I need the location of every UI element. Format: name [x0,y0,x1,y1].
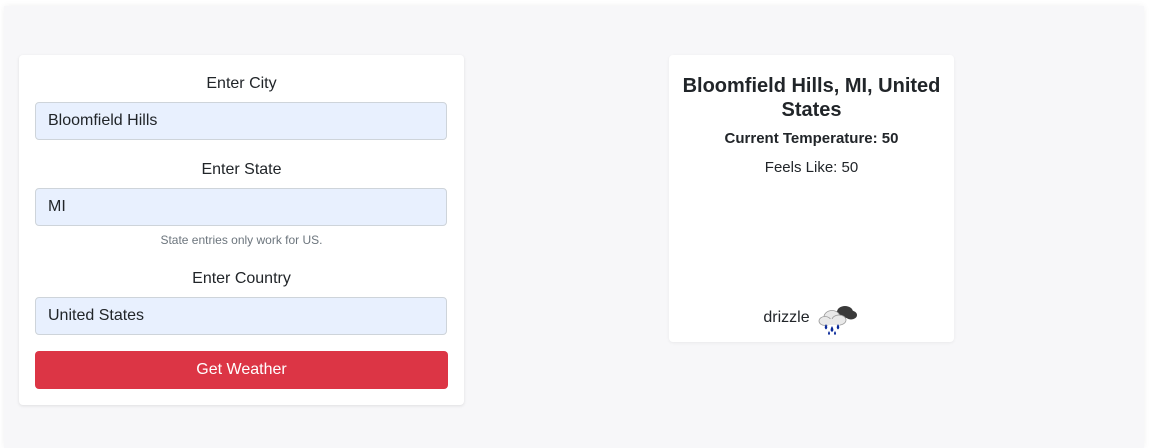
weather-condition: drizzle [669,298,954,338]
country-input[interactable] [35,297,447,335]
get-weather-button[interactable]: Get Weather [35,351,448,389]
city-input[interactable] [35,102,447,140]
state-hint: State entries only work for US. [160,233,323,247]
city-label: Enter City [206,75,277,92]
feels-like: Feels Like: 50 [764,159,859,176]
state-label: Enter State [201,161,282,178]
drizzle-icon [814,300,860,336]
location-title: Bloomfield Hills, MI, United States [682,75,941,121]
weather-result-card: Bloomfield Hills, MI, United States Curr… [669,55,954,342]
current-temperature: Current Temperature: 50 [724,130,899,147]
country-label: Enter Country [192,270,291,287]
weather-form: Enter City Enter State State entries onl… [19,55,464,405]
state-input[interactable] [35,188,447,226]
condition-text: drizzle [763,309,810,326]
